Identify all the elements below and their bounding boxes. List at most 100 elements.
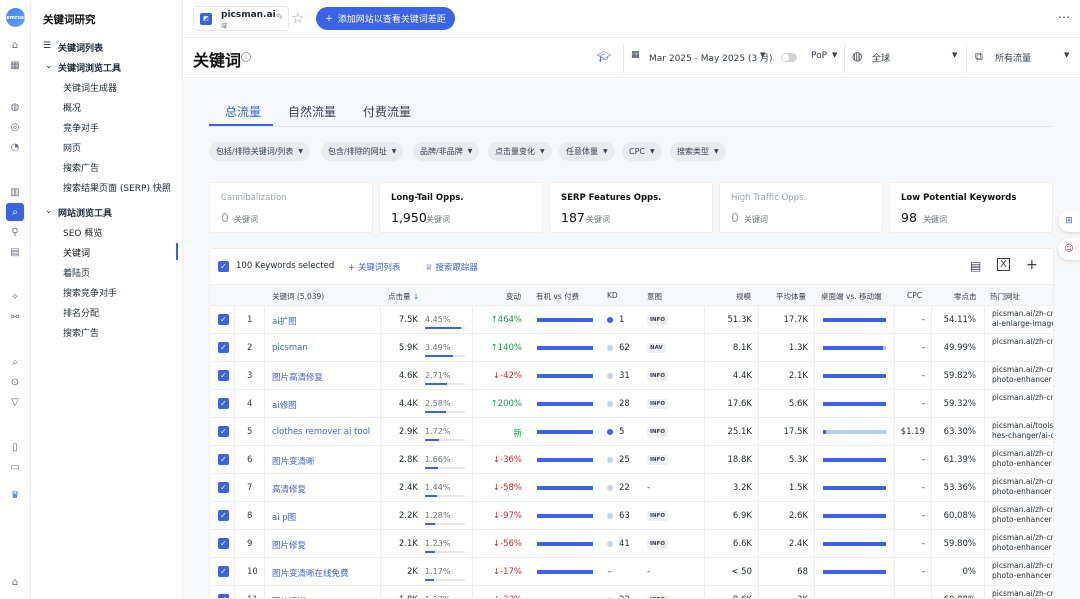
- keyword-link[interactable]: 图片变清晰: [272, 455, 315, 467]
- add-site-button[interactable]: + 添加网站以查看关键词差距: [316, 7, 455, 30]
- col-organic-vs-paid[interactable]: 有机 vs 付费: [536, 291, 579, 302]
- compare-select[interactable]: PoP: [811, 51, 827, 61]
- keyword-link[interactable]: 高清修复: [272, 483, 306, 495]
- home-bottom-icon[interactable]: ⌂: [8, 575, 22, 589]
- chevron-down-icon[interactable]: ⌄: [45, 206, 53, 216]
- app-logo[interactable]: semrush: [3, 8, 28, 27]
- compare-toggle[interactable]: [781, 53, 797, 62]
- row-checkbox[interactable]: ✓: [218, 482, 229, 493]
- compare-caret-icon[interactable]: ▼: [832, 51, 837, 59]
- table-row[interactable]: ✓ 9 图片修复 2.1K 1.23% ↓-56% 41 INFO 6.6K 2.4K - 59.80…: [210, 530, 1053, 558]
- nav-item-competitors[interactable]: 竞争对手: [63, 121, 99, 134]
- target-icon[interactable]: ⊙: [8, 375, 22, 389]
- columns-icon[interactable]: ▤: [970, 259, 981, 273]
- filter-search-type[interactable]: 搜索类型 ▼: [670, 142, 726, 161]
- card-high-traffic[interactable]: High Traffic Opps. 0 关键词: [719, 182, 883, 233]
- table-row[interactable]: ✓ 11 图片清晰 1.8K 1.07% ↓-23% 22 INFO 9.6K 3K - 60.88%…: [210, 586, 1053, 598]
- keyword-link[interactable]: 图片修复: [272, 539, 306, 551]
- search-tracker-button[interactable]: ♕ 搜索跟踪器: [425, 261, 478, 273]
- col-keyword[interactable]: 关键词 (5,039): [272, 291, 324, 302]
- col-avg-volume[interactable]: 平均体量: [776, 291, 806, 302]
- share-icon[interactable]: ⚯: [8, 310, 22, 324]
- traffic-select[interactable]: 所有流量: [995, 51, 1031, 64]
- tab-paid-traffic[interactable]: 付费流量: [363, 103, 411, 120]
- keyword-link[interactable]: ai修图: [272, 399, 297, 411]
- nav-item-pages[interactable]: 网页: [63, 141, 81, 154]
- row-checkbox[interactable]: ✓: [218, 426, 229, 437]
- link-icon[interactable]: ⚲: [8, 225, 22, 239]
- keyword-link[interactable]: picsman: [272, 343, 308, 353]
- document-icon[interactable]: ▯: [8, 440, 22, 454]
- keyword-link[interactable]: 图片高清修复: [272, 371, 323, 383]
- compass-icon[interactable]: ◎: [8, 120, 22, 134]
- table-row[interactable]: ✓ 2 picsman 5.9K 3.49% ↑140% 62 NAV 8.1K 1.3K - 49.…: [210, 334, 1053, 362]
- col-change[interactable]: 变动: [506, 291, 521, 302]
- card-cannibalization[interactable]: Cannibalization 0 关键词: [209, 182, 373, 233]
- nav-item-site-explorer[interactable]: 网站浏览工具: [58, 206, 112, 219]
- more-icon[interactable]: ⋯: [1058, 10, 1070, 24]
- nav-item-keywords[interactable]: 关键词: [63, 246, 90, 259]
- nav-item-search-competitors[interactable]: 搜索竞争对手: [63, 286, 117, 299]
- top-url-link[interactable]: picsman.ai/zh-cn photo-enhancer: [992, 449, 1053, 469]
- row-checkbox[interactable]: ✓: [218, 370, 229, 381]
- top-url-link[interactable]: picsman.ai/zh-cn photo-enhancer: [992, 505, 1053, 525]
- keyword-link[interactable]: clothes remover ai tool: [272, 427, 370, 437]
- graduation-cap-icon[interactable]: 🎓︎: [597, 50, 611, 63]
- search-check-icon[interactable]: ⌕: [8, 355, 22, 369]
- nav-item-keyword-explorer[interactable]: 关键词浏览工具: [58, 61, 121, 74]
- chevron-down-icon[interactable]: ⌄: [45, 61, 53, 71]
- floating-apps-icon[interactable]: ⊞: [1058, 210, 1080, 232]
- col-desktop-vs-mobile[interactable]: 桌面端 vs. 移动端: [821, 291, 882, 302]
- home-icon[interactable]: ⌂: [8, 38, 22, 52]
- row-checkbox[interactable]: ✓: [218, 314, 229, 325]
- keyword-link[interactable]: 图片变清晰在线免费: [272, 567, 349, 579]
- filter-keywords[interactable]: 包括/排除关键词/列表 ▼: [209, 142, 311, 161]
- crown-icon[interactable]: ♛: [8, 488, 22, 502]
- dashboard-icon[interactable]: ▦: [8, 58, 22, 72]
- tab-organic-traffic[interactable]: 自然流量: [288, 103, 336, 120]
- site-selector[interactable]: ◩ picsman.ai 域 ✎: [193, 6, 289, 31]
- top-url-link[interactable]: picsman.ai/zh-cn: [992, 393, 1053, 403]
- traffic-caret-icon[interactable]: ▼: [1064, 51, 1069, 59]
- row-checkbox[interactable]: ✓: [218, 454, 229, 465]
- col-zero-click[interactable]: 零点击: [954, 291, 977, 302]
- table-row[interactable]: ✓ 6 图片变清晰 2.8K 1.66% ↓-36% 25 INFO 18.8K 5.3K - 61.…: [210, 446, 1053, 474]
- nav-item-search-ads[interactable]: 搜索广告: [63, 161, 99, 174]
- table-row[interactable]: ✓ 1 ai扩图 7.5K 4.45% ↑464% 1 INFO 51.3K 17.7K - 54.1…: [210, 306, 1053, 334]
- region-select[interactable]: 全球: [872, 51, 890, 64]
- card-long-tail[interactable]: Long-Tail Opps. 1,950 关键词: [379, 182, 543, 233]
- table-row[interactable]: ✓ 8 ai p图 2.2K 1.28% ↓-97% 63 INFO 6.9K 2.6K - 60.0…: [210, 502, 1053, 530]
- star-icon[interactable]: ☆: [291, 9, 304, 27]
- top-url-link[interactable]: picsman.ai/tools hes-changer/ai-c: [992, 421, 1053, 441]
- info-icon[interactable]: i: [241, 52, 251, 62]
- filter-urls[interactable]: 包含/排除的网址 ▼: [321, 142, 404, 161]
- filter-volume[interactable]: 任意体量 ▼: [559, 142, 615, 161]
- sparkle-icon[interactable]: ✧: [8, 290, 22, 304]
- nav-item-rank-distribution[interactable]: 排名分配: [63, 306, 99, 319]
- nav-item-search-ads-2[interactable]: 搜索广告: [63, 326, 99, 339]
- report-icon[interactable]: ▤: [8, 245, 22, 259]
- excel-export-icon[interactable]: X: [997, 258, 1010, 271]
- top-url-link[interactable]: picsman.ai/zh-cn photo-enhancer: [992, 561, 1053, 581]
- add-to-keyword-list-button[interactable]: + 关键词列表: [348, 261, 400, 273]
- floating-chat-icon[interactable]: ☺: [1058, 238, 1080, 260]
- filter-brand[interactable]: 品牌/非品牌 ▼: [413, 142, 480, 161]
- keyword-link[interactable]: ai扩图: [272, 315, 297, 327]
- row-checkbox[interactable]: ✓: [218, 342, 229, 353]
- date-caret-icon[interactable]: ▼: [760, 51, 765, 59]
- row-checkbox[interactable]: ✓: [218, 538, 229, 549]
- row-checkbox[interactable]: ✓: [218, 510, 229, 521]
- row-checkbox[interactable]: ✓: [218, 594, 229, 598]
- filter-cpc[interactable]: CPC ▼: [622, 142, 662, 161]
- top-url-link[interactable]: picsman.ai/zh-cn: [992, 589, 1053, 598]
- pie-icon[interactable]: ◔: [8, 140, 22, 154]
- date-range-select[interactable]: Mar 2025 - May 2025 (3 月): [649, 51, 773, 64]
- table-row[interactable]: ✓ 10 图片变清晰在线免费 2K 1.17% ↓-17% - - < 50 68 - 0% picsm…: [210, 558, 1053, 586]
- table-row[interactable]: ✓ 5 clothes remover ai tool 2.9K 1.72% 新 5 INFO…: [210, 418, 1053, 446]
- add-column-icon[interactable]: +: [1026, 257, 1038, 273]
- region-caret-icon[interactable]: ▼: [952, 51, 957, 59]
- card-serp-features[interactable]: SERP Features Opps. 187 关键词: [549, 182, 713, 233]
- col-size[interactable]: 规模: [736, 291, 751, 302]
- table-row[interactable]: ✓ 3 图片高清修复 4.6K 2.71% ↓-42% 31 INFO 4.4K 2.1K - 59.…: [210, 362, 1053, 390]
- globe-icon[interactable]: ◍: [8, 100, 22, 114]
